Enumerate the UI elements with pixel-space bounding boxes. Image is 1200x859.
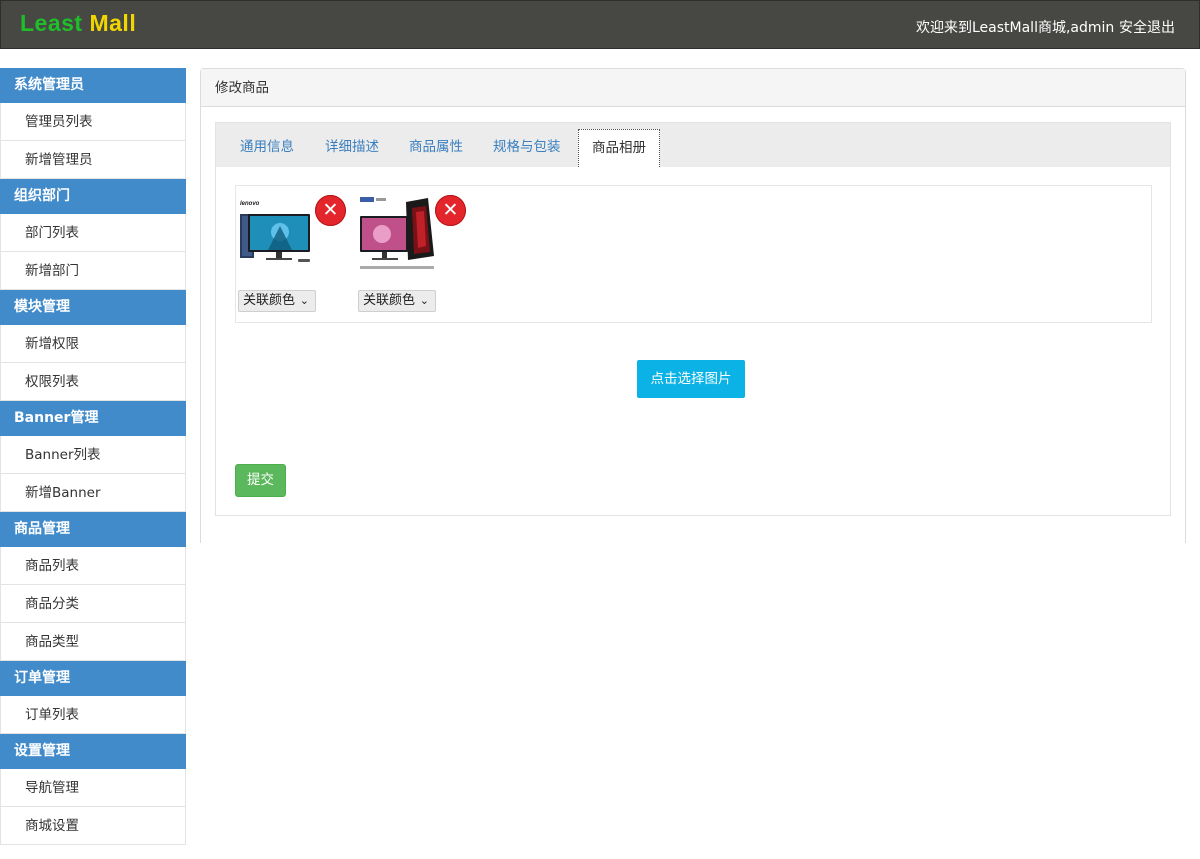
tab-spec-packaging[interactable]: 规格与包装 — [493, 123, 561, 167]
sidebar-item-goods-category[interactable]: 商品分类 — [0, 585, 186, 623]
logo-part1: Least — [20, 10, 83, 36]
tab-goods-album[interactable]: 商品相册 — [578, 129, 660, 167]
tab-general-info[interactable]: 通用信息 — [240, 123, 294, 167]
sidebar-item-goods-type[interactable]: 商品类型 — [0, 623, 186, 661]
sidebar-item-add-permission[interactable]: 新增权限 — [0, 325, 186, 363]
sidebar-item-admin-list[interactable]: 管理员列表 — [0, 103, 186, 141]
panel-title: 修改商品 — [201, 69, 1185, 107]
color-select-value: 关联颜色 — [363, 293, 416, 308]
sidebar-group-module[interactable]: 模块管理 — [0, 290, 186, 325]
color-select-value: 关联颜色 — [243, 293, 296, 308]
brand-text: lenovo — [240, 201, 260, 207]
album-photo: lenovo ✕ 关联颜色 ⌄ — [236, 186, 356, 316]
edit-goods-panel: 修改商品 通用信息 详细描述 商品属性 规格与包装 商品相册 lenovo ✕ … — [200, 68, 1186, 543]
tab-container: 通用信息 详细描述 商品属性 规格与包装 商品相册 lenovo ✕ 关联颜色 … — [215, 122, 1171, 516]
select-image-button[interactable]: 点击选择图片 — [637, 360, 745, 398]
tab-bar: 通用信息 详细描述 商品属性 规格与包装 商品相册 — [216, 123, 1170, 167]
chevron-down-icon: ⌄ — [299, 294, 309, 307]
sidebar-group-admin[interactable]: 系统管理员 — [0, 68, 186, 103]
sidebar-item-add-banner[interactable]: 新增Banner — [0, 474, 186, 512]
album-photo: ✕ 关联颜色 ⌄ — [356, 186, 476, 316]
logo[interactable]: Least Mall — [20, 10, 136, 37]
color-select[interactable]: 关联颜色 ⌄ — [358, 290, 436, 312]
sidebar-item-add-department[interactable]: 新增部门 — [0, 252, 186, 290]
sidebar-item-department-list[interactable]: 部门列表 — [0, 214, 186, 252]
sidebar-item-nav-manage[interactable]: 导航管理 — [0, 769, 186, 807]
sidebar-group-department[interactable]: 组织部门 — [0, 179, 186, 214]
tab-detail-description[interactable]: 详细描述 — [325, 123, 379, 167]
logout-link[interactable]: 安全退出 — [1119, 17, 1175, 37]
sidebar-group-goods[interactable]: 商品管理 — [0, 512, 186, 547]
sidebar-item-permission-list[interactable]: 权限列表 — [0, 363, 186, 401]
goods-album: lenovo ✕ 关联颜色 ⌄ ✕ 关联颜色 ⌄ — [235, 185, 1152, 323]
sidebar-item-order-list[interactable]: 订单列表 — [0, 696, 186, 734]
welcome-text: 欢迎来到LeastMall商城,admin — [916, 20, 1115, 36]
delete-photo-button[interactable]: ✕ — [435, 195, 466, 226]
sidebar: 系统管理员 管理员列表 新增管理员 组织部门 部门列表 新增部门 模块管理 新增… — [0, 68, 186, 859]
chevron-down-icon: ⌄ — [419, 294, 429, 307]
sidebar-item-add-admin[interactable]: 新增管理员 — [0, 141, 186, 179]
sidebar-group-banner[interactable]: Banner管理 — [0, 401, 186, 436]
color-select[interactable]: 关联颜色 ⌄ — [238, 290, 316, 312]
sidebar-item-mall-settings[interactable]: 商城设置 — [0, 807, 186, 845]
sidebar-group-order[interactable]: 订单管理 — [0, 661, 186, 696]
goods-image: lenovo — [240, 201, 310, 262]
tab-goods-attributes[interactable]: 商品属性 — [409, 123, 463, 167]
sidebar-item-goods-list[interactable]: 商品列表 — [0, 547, 186, 585]
delete-photo-button[interactable]: ✕ — [315, 195, 346, 226]
top-bar: Least Mall 欢迎来到LeastMall商城,admin 安全退出 — [0, 0, 1200, 49]
logo-part2: Mall — [89, 10, 137, 36]
goods-image — [360, 197, 434, 269]
sidebar-item-banner-list[interactable]: Banner列表 — [0, 436, 186, 474]
sidebar-group-settings[interactable]: 设置管理 — [0, 734, 186, 769]
submit-button[interactable]: 提交 — [235, 464, 286, 497]
